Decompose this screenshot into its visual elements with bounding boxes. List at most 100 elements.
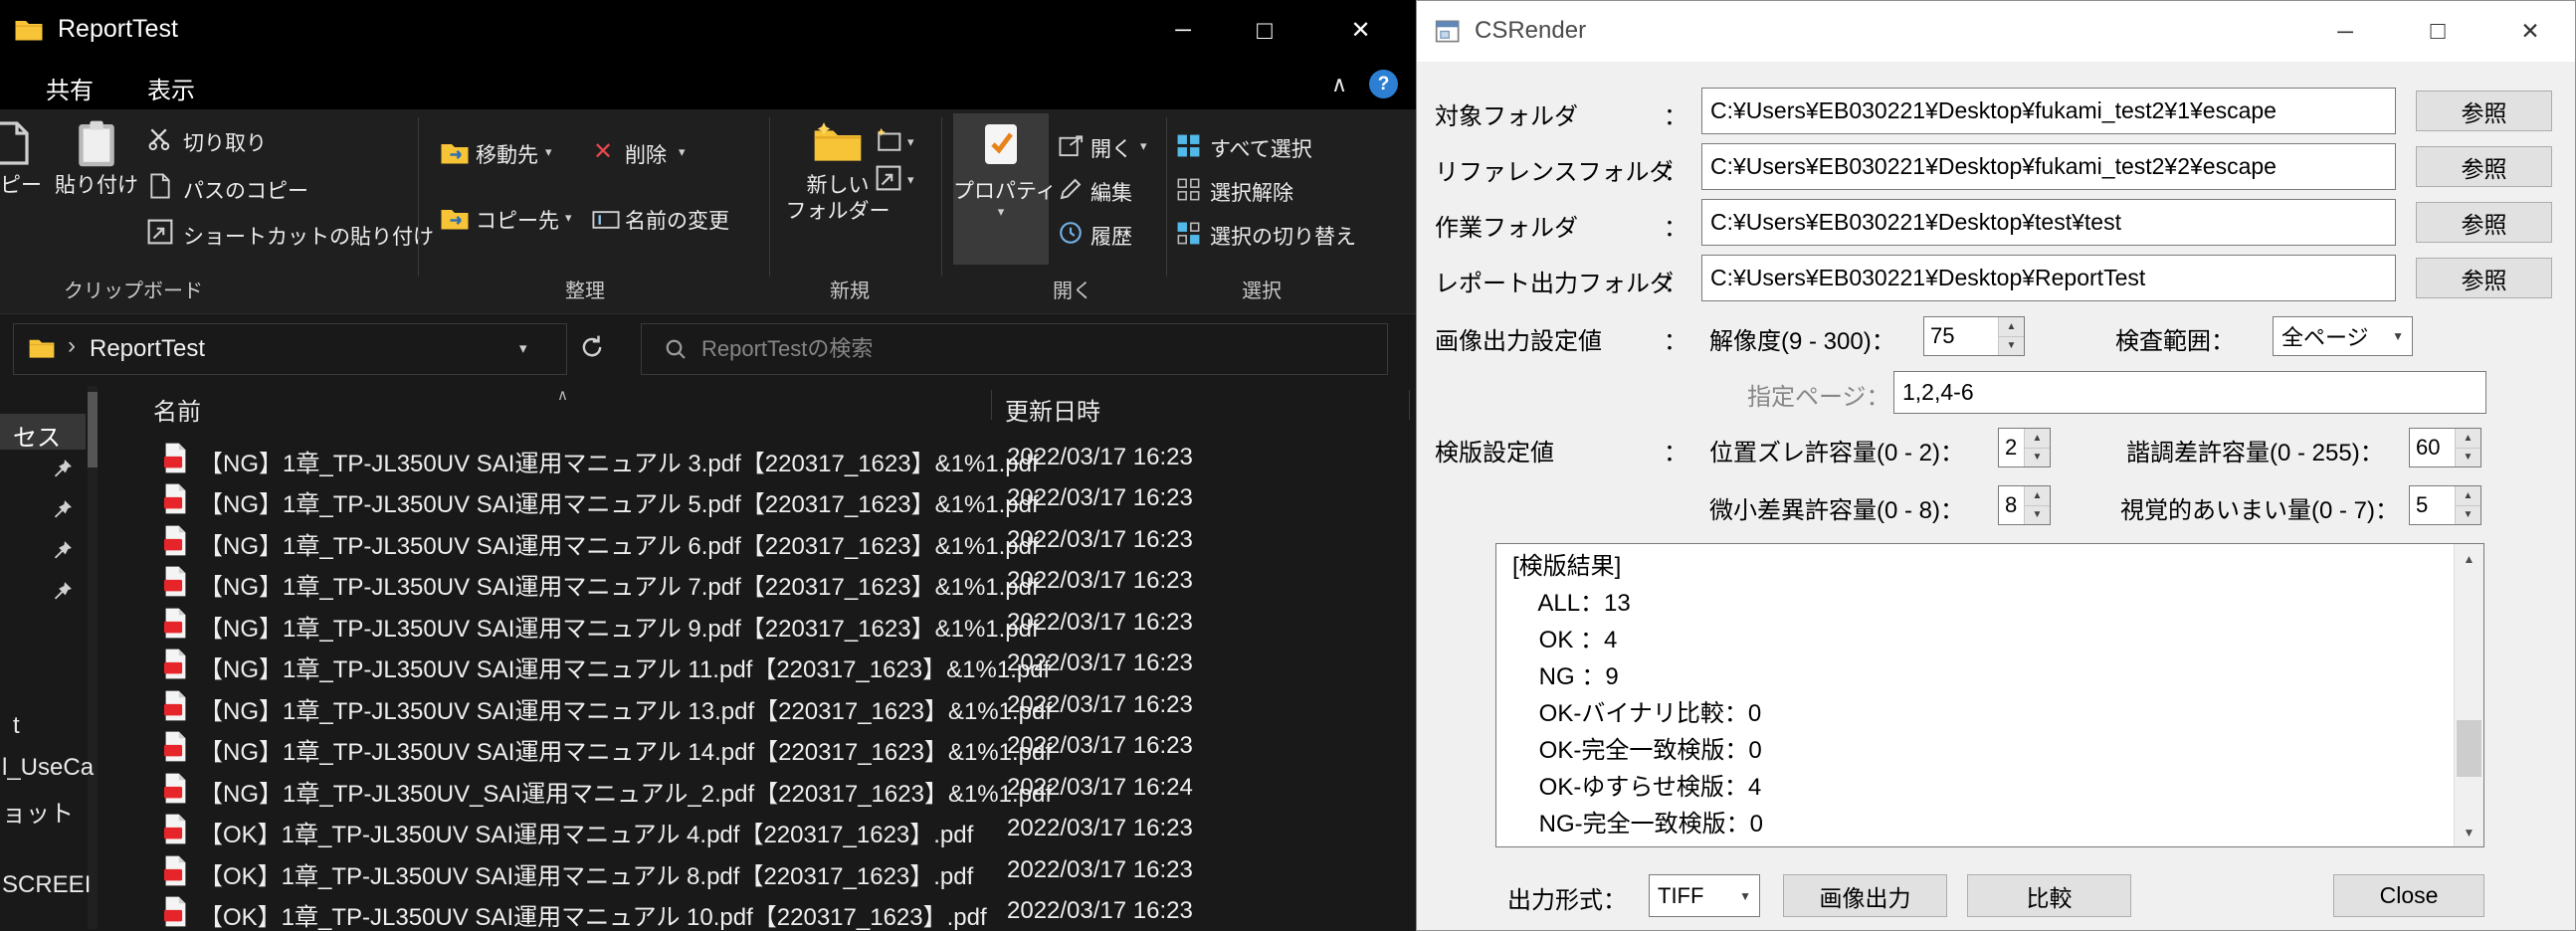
new-item-button[interactable]: ▾ bbox=[872, 125, 927, 159]
file-row[interactable]: 【NG】1章_TP-JL350UV SAI運用マニュアル 7.pdf【22031… bbox=[92, 561, 1416, 602]
scroll-down-button[interactable]: ▼ bbox=[2455, 818, 2483, 846]
result-line: [検版結果] bbox=[1496, 548, 2483, 585]
copy-button[interactable]: ピー bbox=[0, 113, 44, 213]
edit-button[interactable]: 編集 bbox=[1057, 175, 1166, 207]
spin-up-icon[interactable]: ▲ bbox=[2456, 486, 2480, 506]
search-input[interactable] bbox=[699, 324, 1360, 374]
sidebar-item[interactable]: l_UseCa bbox=[2, 754, 94, 782]
file-row[interactable]: 【OK】1章_TP-JL350UV SAI運用マニュアル 4.pdf【22031… bbox=[92, 809, 1416, 849]
reference-folder-input[interactable] bbox=[1701, 143, 2396, 190]
open-button[interactable]: 開く ▾ bbox=[1057, 131, 1166, 163]
file-row[interactable]: 【NG】1章_TP-JL350UV SAI運用マニュアル 11.pdf【2203… bbox=[92, 644, 1416, 684]
file-row[interactable]: 【NG】1章_TP-JL350UV SAI運用マニュアル 6.pdf【22031… bbox=[92, 520, 1416, 561]
results-textbox[interactable]: [検版結果] ALL：13 OK ：4 NG ：9 OK-バイナリ比較：0 OK… bbox=[1495, 543, 2484, 847]
help-button[interactable]: ? bbox=[1369, 70, 1398, 98]
spin-down-icon[interactable]: ▼ bbox=[2025, 449, 2050, 467]
ribbon-collapse-icon[interactable]: ∧ bbox=[1331, 72, 1347, 97]
spin-up-icon[interactable]: ▲ bbox=[2025, 429, 2050, 449]
dialog-close-button[interactable]: ✕ bbox=[2502, 1, 2558, 62]
spin-up-icon[interactable]: ▲ bbox=[2025, 486, 2050, 506]
close-button[interactable]: ✕ bbox=[1305, 0, 1416, 60]
range-combobox[interactable]: 全ページ ▼ bbox=[2273, 316, 2413, 356]
results-scrollbar[interactable]: ▲ ▼ bbox=[2454, 544, 2483, 846]
search-box[interactable] bbox=[641, 323, 1388, 375]
breadcrumb-path[interactable]: ReportTest bbox=[90, 335, 205, 363]
pin-icon[interactable] bbox=[52, 498, 74, 520]
work-folder-browse-button[interactable]: 参照 bbox=[2416, 202, 2552, 243]
tab-view[interactable]: 表示 bbox=[147, 71, 195, 105]
spin-down-icon[interactable]: ▼ bbox=[2456, 506, 2480, 525]
micro-diff-spinner[interactable]: ▲ ▼ bbox=[1998, 485, 2051, 525]
spin-up-icon[interactable]: ▲ bbox=[1999, 317, 2024, 337]
dialog-minimize-button[interactable]: ─ bbox=[2317, 1, 2373, 62]
file-row[interactable]: 【OK】1章_TP-JL350UV SAI運用マニュアル 10.pdf【2203… bbox=[92, 891, 1416, 931]
select-all-button[interactable]: すべて選択 bbox=[1174, 131, 1393, 163]
refresh-button[interactable] bbox=[575, 330, 609, 364]
easy-access-button[interactable]: ▾ bbox=[872, 163, 927, 197]
work-folder-input[interactable] bbox=[1701, 199, 2396, 246]
spin-down-icon[interactable]: ▼ bbox=[1999, 337, 2024, 356]
visual-fuzz-input[interactable] bbox=[2410, 486, 2455, 524]
pages-input[interactable] bbox=[1893, 371, 2486, 414]
dialog-maximize-button[interactable]: □ bbox=[2410, 1, 2466, 62]
file-row[interactable]: 【NG】1章_TP-JL350UV SAI運用マニュアル 13.pdf【2203… bbox=[92, 685, 1416, 726]
scrollbar-thumb[interactable] bbox=[2457, 720, 2481, 777]
sidebar-item-selected[interactable]: セス bbox=[0, 414, 86, 450]
invert-selection-button[interactable]: 選択の切り替え bbox=[1174, 219, 1413, 251]
pin-icon[interactable] bbox=[52, 580, 74, 602]
history-button[interactable]: 履歴 bbox=[1057, 219, 1166, 251]
target-folder-browse-button[interactable]: 参照 bbox=[2416, 91, 2552, 131]
column-divider[interactable] bbox=[1409, 390, 1410, 420]
column-header-name[interactable]: 名前 bbox=[153, 392, 201, 427]
cut-button[interactable]: 切り取り bbox=[145, 122, 344, 156]
select-none-button[interactable]: 選択解除 bbox=[1174, 175, 1393, 207]
resolution-input[interactable] bbox=[1924, 317, 1998, 355]
sidebar-item[interactable]: SCREEI bbox=[2, 871, 91, 899]
position-tolerance-input[interactable] bbox=[1999, 429, 2024, 466]
pin-icon[interactable] bbox=[52, 539, 74, 561]
scroll-up-button[interactable]: ▲ bbox=[2455, 544, 2483, 573]
image-output-button[interactable]: 画像出力 bbox=[1783, 874, 1947, 917]
position-tolerance-spinner[interactable]: ▲ ▼ bbox=[1998, 428, 2051, 467]
rename-button[interactable]: 名前の変更 bbox=[583, 201, 762, 237]
resolution-spinner[interactable]: ▲ ▼ bbox=[1923, 316, 2025, 356]
delete-button[interactable]: ✕ 削除 ▾ bbox=[583, 135, 702, 171]
breadcrumb[interactable]: › ReportTest ▾ bbox=[13, 323, 567, 375]
column-header-modified[interactable]: 更新日時 bbox=[1005, 392, 1100, 427]
file-row[interactable]: 【NG】1章_TP-JL350UV SAI運用マニュアル 3.pdf【22031… bbox=[92, 438, 1416, 478]
output-format-combobox[interactable]: TIFF ▼ bbox=[1649, 874, 1760, 917]
spin-down-icon[interactable]: ▼ bbox=[2456, 449, 2480, 467]
compare-button[interactable]: 比較 bbox=[1967, 874, 2131, 917]
visual-fuzz-spinner[interactable]: ▲ ▼ bbox=[2409, 485, 2481, 525]
file-row[interactable]: 【OK】1章_TP-JL350UV SAI運用マニュアル 8.pdf【22031… bbox=[92, 850, 1416, 891]
column-divider[interactable] bbox=[991, 390, 992, 420]
report-folder-input[interactable] bbox=[1701, 255, 2396, 301]
pin-icon[interactable] bbox=[52, 458, 74, 479]
spin-up-icon[interactable]: ▲ bbox=[2456, 429, 2480, 449]
address-dropdown-icon[interactable]: ▾ bbox=[519, 341, 527, 356]
target-folder-input[interactable] bbox=[1701, 88, 2396, 134]
maximize-button[interactable]: □ bbox=[1224, 0, 1305, 60]
move-to-button[interactable]: 移動先 ▾ bbox=[432, 135, 571, 171]
sidebar-item[interactable]: ョット bbox=[2, 794, 74, 829]
paste-button[interactable]: 貼り付け bbox=[52, 113, 141, 213]
paste-shortcut-button[interactable]: ショートカットの貼り付け bbox=[145, 216, 424, 250]
file-row[interactable]: 【NG】1章_TP-JL350UV_SAI運用マニュアル_2.pdf【22031… bbox=[92, 768, 1416, 809]
copy-path-button[interactable]: パスのコピー bbox=[145, 170, 344, 204]
minimize-button[interactable]: ─ bbox=[1142, 0, 1224, 60]
spin-down-icon[interactable]: ▼ bbox=[2025, 506, 2050, 525]
reference-folder-browse-button[interactable]: 参照 bbox=[2416, 146, 2552, 187]
copy-to-button[interactable]: コピー先 ▾ bbox=[432, 201, 581, 237]
file-row[interactable]: 【NG】1章_TP-JL350UV SAI運用マニュアル 5.pdf【22031… bbox=[92, 478, 1416, 519]
sort-ascending-icon[interactable]: ∧ bbox=[557, 386, 568, 404]
micro-diff-input[interactable] bbox=[1999, 486, 2024, 524]
sidebar-item[interactable]: t bbox=[13, 712, 20, 740]
report-folder-browse-button[interactable]: 参照 bbox=[2416, 258, 2552, 298]
tone-tolerance-input[interactable] bbox=[2410, 429, 2455, 466]
tab-share[interactable]: 共有 bbox=[46, 71, 94, 105]
close-dialog-button[interactable]: Close bbox=[2333, 874, 2484, 917]
file-row[interactable]: 【NG】1章_TP-JL350UV SAI運用マニュアル 9.pdf【22031… bbox=[92, 603, 1416, 644]
properties-button[interactable]: プロパティ ▾ bbox=[953, 113, 1049, 265]
tone-tolerance-spinner[interactable]: ▲ ▼ bbox=[2409, 428, 2481, 467]
file-row[interactable]: 【NG】1章_TP-JL350UV SAI運用マニュアル 14.pdf【2203… bbox=[92, 726, 1416, 767]
